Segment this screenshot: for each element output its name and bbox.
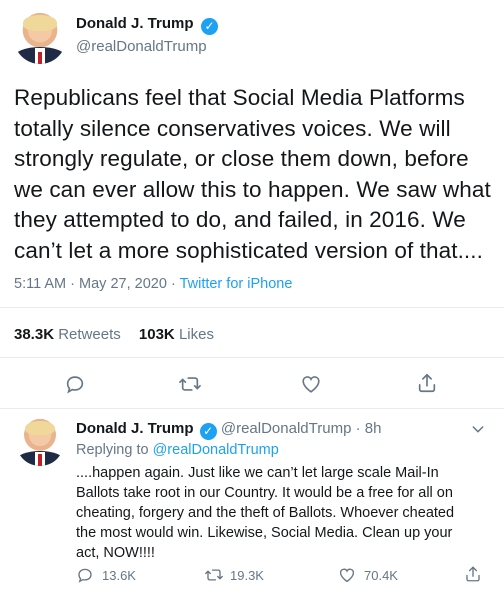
reply-line: ....happen again. Just like we can’t let… (76, 465, 439, 481)
reply-reply-count: 13.6K (102, 567, 136, 583)
author-name[interactable]: Donald J. Trump (76, 15, 194, 32)
verified-badge-icon: ✓ (199, 423, 217, 440)
tweet-line: we can ever allow this to happen. We saw… (14, 176, 491, 202)
retweets-stat[interactable]: 38.3K Retweets (14, 326, 125, 343)
reply-icon[interactable] (64, 373, 86, 395)
share-icon[interactable] (464, 565, 482, 583)
reply-age[interactable]: 8h (365, 420, 382, 437)
tweet-line: Republicans feel that Social Media Platf… (14, 85, 465, 110)
reply-retweet-button[interactable]: 19.3K (204, 566, 264, 584)
tweet-meta: 5:11 AM · May 27, 2020 · Twitter for iPh… (14, 276, 292, 292)
tweet-time[interactable]: 5:11 AM (14, 276, 66, 292)
tweet-line: strongly regulate, or close them down, b… (14, 146, 469, 171)
tweet-line: they attempted to do, and failed, in 201… (14, 207, 466, 232)
reply-reply-button[interactable]: 13.6K (76, 566, 136, 584)
meta-separator: · (70, 276, 75, 292)
replying-to-handle[interactable]: @realDonaldTrump (153, 442, 279, 458)
reply-line: cheating, forgery and the theft of Ballo… (76, 505, 455, 521)
reply-author-name[interactable]: Donald J. Trump (76, 420, 194, 437)
divider (0, 408, 504, 409)
like-icon (338, 566, 356, 584)
author-handle[interactable]: @realDonaldTrump (76, 38, 207, 55)
share-icon[interactable] (416, 372, 438, 394)
more-icon[interactable] (470, 421, 486, 437)
verified-badge-icon: ✓ (200, 18, 218, 35)
meta-separator: · (355, 420, 361, 437)
tweet-line: can’t let a more sophisticated version o… (14, 237, 483, 263)
reply-author-avatar[interactable] (16, 418, 64, 466)
author-avatar[interactable] (14, 12, 66, 64)
meta-separator: · (170, 276, 176, 292)
replying-to: Replying to @realDonaldTrump (76, 442, 279, 458)
replying-to-prefix: Replying to (76, 442, 149, 458)
reply-icon (76, 566, 94, 584)
reply-line: Ballots take root in our Country. It wou… (76, 485, 453, 501)
reply-retweet-count: 19.3K (230, 567, 264, 583)
reply-like-count: 70.4K (364, 567, 398, 583)
divider (0, 357, 504, 358)
likes-count: 103K (138, 326, 175, 343)
like-icon[interactable] (300, 373, 322, 395)
tweet-stats: 38.3K Retweets 103K Likes (14, 326, 214, 343)
retweets-count: 38.3K (14, 326, 55, 343)
tweet-text: Republicans feel that Social Media Platf… (14, 83, 498, 266)
reply-header: Donald J. Trump ✓ @realDonaldTrump · 8h (76, 420, 381, 440)
retweets-label: Retweets (58, 326, 121, 343)
tweet-line: totally silence conservatives voices. We… (14, 115, 451, 141)
likes-stat[interactable]: 103K Likes (139, 326, 214, 343)
reply-like-button[interactable]: 70.4K (338, 566, 398, 584)
reply-author-handle[interactable]: @realDonaldTrump (221, 420, 352, 437)
retweet-icon (204, 566, 224, 584)
tweet-source[interactable]: Twitter for iPhone (180, 276, 293, 292)
reply-line: act, NOW!!!! (76, 545, 155, 561)
retweet-icon[interactable] (178, 373, 202, 395)
divider (0, 307, 504, 308)
likes-label: Likes (178, 326, 214, 343)
reply-text: ....happen again. Just like we can’t let… (76, 463, 501, 563)
reply-line: the most would win. Likewise, Social Med… (76, 525, 453, 541)
tweet-date[interactable]: May 27, 2020 (79, 276, 167, 292)
